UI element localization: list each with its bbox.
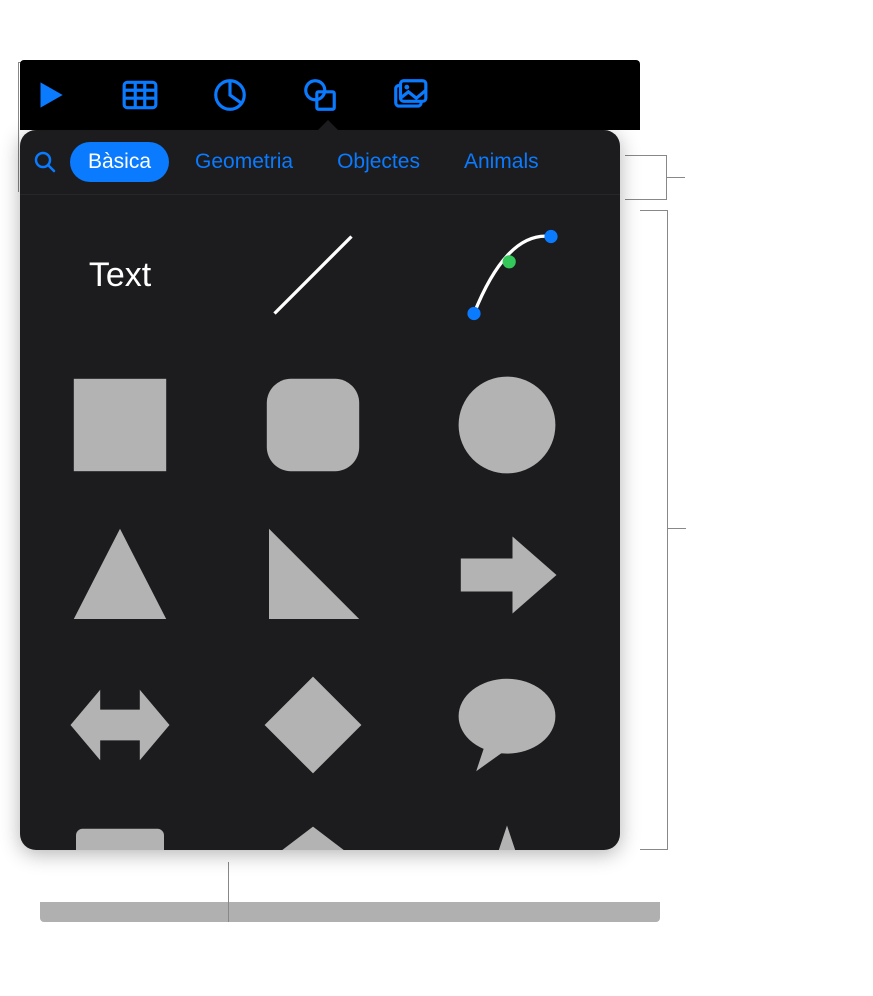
shape-rounded-square[interactable] xyxy=(243,365,383,485)
tab-geometria[interactable]: Geometria xyxy=(177,142,311,182)
shape-line[interactable] xyxy=(243,215,383,335)
shape-text[interactable]: Text xyxy=(50,215,190,335)
shape-curve[interactable] xyxy=(437,215,577,335)
shapes-icon[interactable] xyxy=(300,75,340,115)
popover-header: Bàsica Geometria Objectes Animals xyxy=(20,130,620,195)
media-icon[interactable] xyxy=(390,75,430,115)
shapes-grid: Text xyxy=(20,195,620,850)
play-icon[interactable] xyxy=(30,75,70,115)
table-icon[interactable] xyxy=(120,75,160,115)
category-tabs: Bàsica Geometria Objectes Animals xyxy=(70,142,557,182)
shape-circle[interactable] xyxy=(437,365,577,485)
tab-basica[interactable]: Bàsica xyxy=(70,142,169,182)
shape-double-arrow[interactable] xyxy=(50,665,190,785)
shapes-popover: Bàsica Geometria Objectes Animals Text xyxy=(20,130,620,850)
shape-speech-bubble[interactable] xyxy=(437,665,577,785)
text-label: Text xyxy=(89,256,151,295)
tab-animals[interactable]: Animals xyxy=(446,142,557,182)
shape-star[interactable] xyxy=(437,815,577,850)
shape-diamond[interactable] xyxy=(243,665,383,785)
shape-pentagon[interactable] xyxy=(243,815,383,850)
shape-arrow-right[interactable] xyxy=(437,515,577,635)
tab-objectes[interactable]: Objectes xyxy=(319,142,438,182)
shape-callout-down[interactable] xyxy=(50,815,190,850)
shape-right-triangle[interactable] xyxy=(243,515,383,635)
shape-triangle[interactable] xyxy=(50,515,190,635)
shape-square[interactable] xyxy=(50,365,190,485)
search-icon[interactable] xyxy=(28,147,58,177)
chart-icon[interactable] xyxy=(210,75,250,115)
